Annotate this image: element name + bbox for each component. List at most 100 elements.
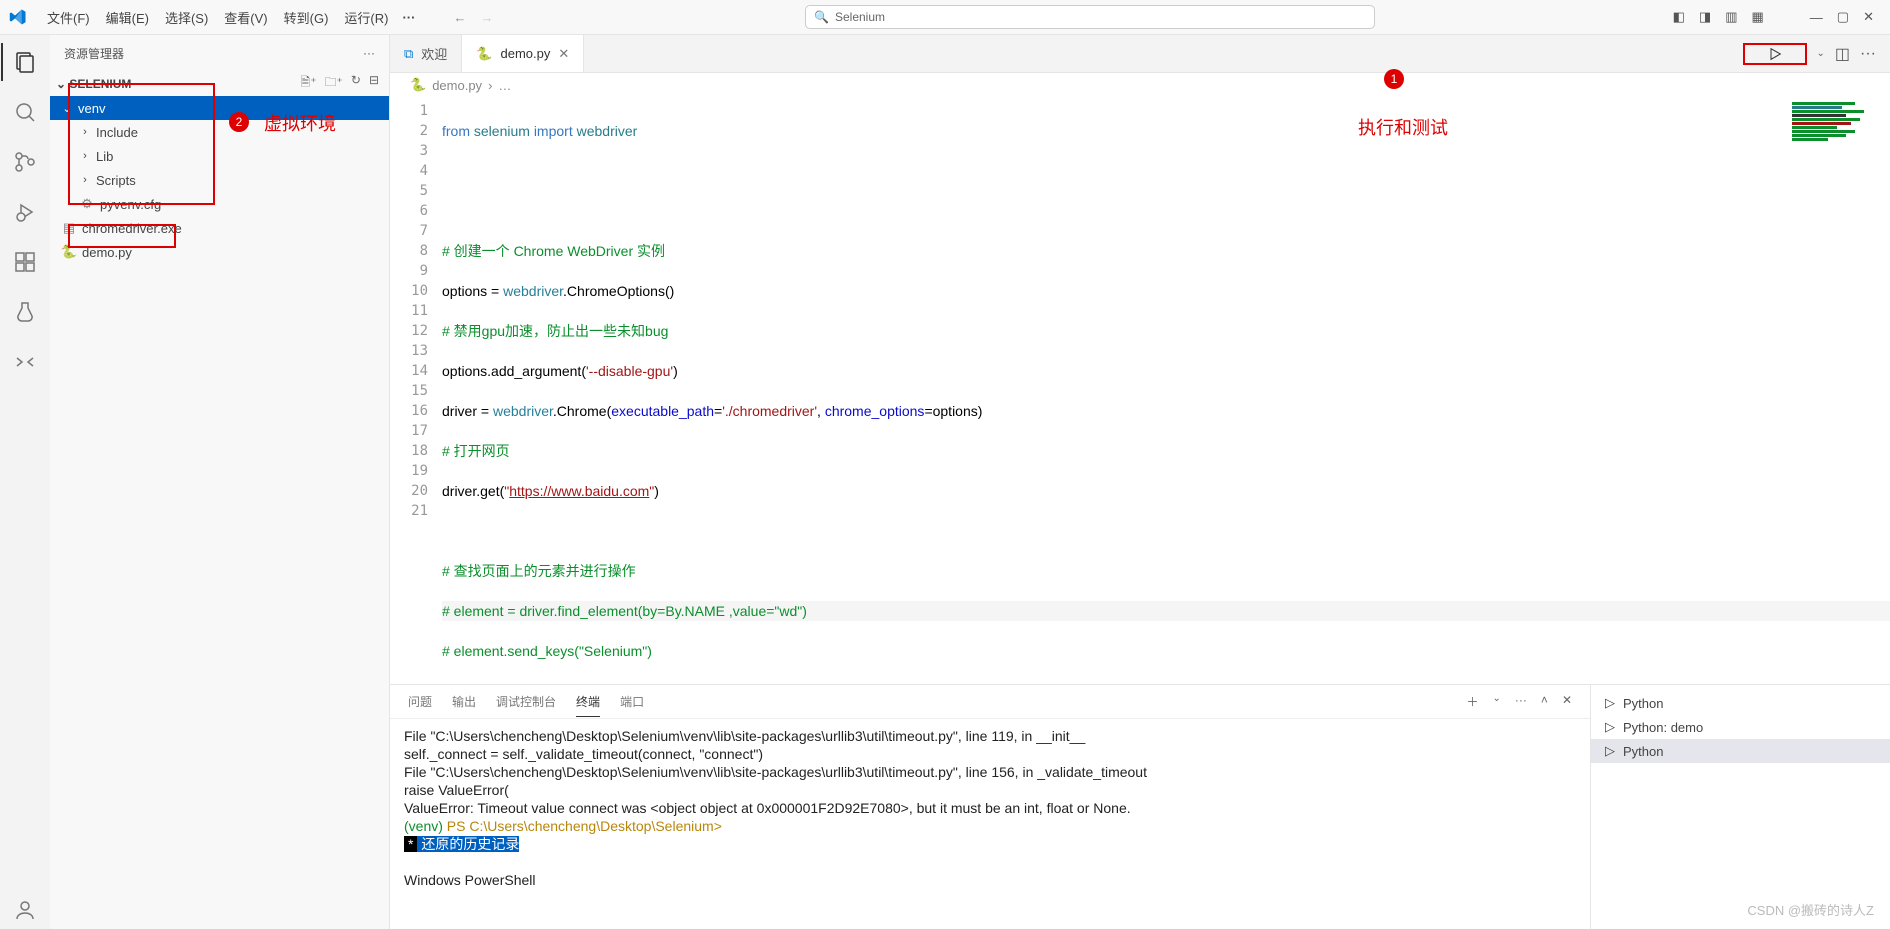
window-maximize-icon[interactable]: ▢: [1837, 9, 1849, 25]
menu-more-icon[interactable]: ···: [394, 10, 423, 25]
terminal-item[interactable]: ▷Python: [1591, 739, 1890, 763]
terminal-icon: ▷: [1605, 719, 1615, 735]
file-icon: ▤: [60, 220, 78, 236]
tree-label: Lib: [96, 149, 113, 164]
term-prompt: (venv) PS C:\Users\chencheng\Desktop\Sel…: [404, 817, 1576, 835]
window-close-icon[interactable]: ✕: [1863, 9, 1874, 25]
menu-edit[interactable]: 编辑(E): [100, 6, 155, 29]
tree-file-chromedriver[interactable]: ▤ chromedriver.exe: [50, 216, 389, 240]
menu-file[interactable]: 文件(F): [41, 6, 96, 29]
menu-goto[interactable]: 转到(G): [278, 6, 335, 29]
menu-selection[interactable]: 选择(S): [159, 6, 214, 29]
window-minimize-icon[interactable]: ―: [1810, 10, 1823, 25]
refresh-icon[interactable]: ↻: [351, 73, 361, 94]
terminal-label: Python: [1623, 696, 1663, 711]
activity-explorer-icon[interactable]: [1, 43, 49, 81]
panel-maximize-icon[interactable]: ˄: [1541, 693, 1548, 710]
tab-welcome[interactable]: ⧉ 欢迎: [390, 35, 462, 72]
layout-controls: ◧ ◨ ▥ ▦ ― ▢ ✕: [1657, 9, 1890, 25]
tree-label: pyvenv.cfg: [100, 197, 161, 212]
editor-tabs: ⧉ 欢迎 🐍 demo.py ✕ ⌄ ◫ ···: [390, 35, 1890, 73]
code-content: from selenium import webdriver # 创建一个 Ch…: [442, 97, 1890, 684]
project-name[interactable]: SELENIUM: [69, 77, 131, 91]
bottom-panel: 问题 输出 调试控制台 终端 端口 ＋ ⌄ ··· ˄ ✕ File "C:\U…: [390, 684, 1890, 929]
layout-customize-icon[interactable]: ▦: [1752, 9, 1764, 25]
panel-tab-output[interactable]: 输出: [452, 693, 476, 710]
layout-sidebar-left-icon[interactable]: ◧: [1673, 9, 1685, 25]
tab-label: 欢迎: [421, 44, 447, 63]
python-icon: 🐍: [60, 244, 78, 260]
terminal-icon: ▷: [1605, 743, 1615, 759]
minimap[interactable]: [1792, 101, 1882, 161]
python-icon: 🐍: [410, 77, 426, 93]
tree-label: Include: [96, 125, 138, 140]
new-terminal-icon[interactable]: ＋: [1467, 693, 1479, 710]
nav-arrows: ← →: [423, 10, 523, 25]
term-line: Windows PowerShell: [404, 871, 1576, 889]
run-dropdown-icon[interactable]: ⌄: [1817, 48, 1825, 59]
editor-more-icon[interactable]: ···: [1860, 45, 1876, 63]
tree-folder-scripts[interactable]: ›Scripts: [50, 168, 389, 192]
editor-area: ⧉ 欢迎 🐍 demo.py ✕ ⌄ ◫ ··· 🐍 demo.py › … 1…: [390, 35, 1890, 929]
sidebar-explorer: 资源管理器 ··· ⌄ SELENIUM 🗎⁺ 🗀⁺ ↻ ⊟ ⌄venv ›In…: [50, 35, 390, 929]
layout-sidebar-right-icon[interactable]: ▥: [1725, 9, 1737, 25]
title-bar: 文件(F) 编辑(E) 选择(S) 查看(V) 转到(G) 运行(R) ··· …: [0, 0, 1890, 35]
new-file-icon[interactable]: 🗎⁺: [301, 73, 317, 94]
activity-account-icon[interactable]: [1, 891, 49, 929]
panel-tab-terminal[interactable]: 终端: [576, 693, 600, 717]
tree-label: demo.py: [82, 245, 132, 260]
new-folder-icon[interactable]: 🗀⁺: [325, 73, 343, 94]
sidebar-more-icon[interactable]: ···: [363, 46, 375, 60]
terminal-item[interactable]: ▷ Python: demo: [1591, 715, 1890, 739]
terminal-icon: ▷: [1605, 695, 1615, 711]
tab-demo[interactable]: 🐍 demo.py ✕: [462, 35, 584, 72]
tree-label: chromedriver.exe: [82, 221, 182, 236]
close-icon[interactable]: ✕: [558, 46, 569, 62]
gear-icon: ⚙: [78, 196, 96, 212]
panel-tab-debug[interactable]: 调试控制台: [496, 693, 556, 710]
menu-run[interactable]: 运行(R): [338, 6, 394, 29]
breadcrumb-file: demo.py: [432, 78, 482, 93]
nav-back-icon[interactable]: ←: [453, 10, 466, 25]
terminal-item[interactable]: ▷ Python: [1591, 691, 1890, 715]
panel-tab-problems[interactable]: 问题: [408, 693, 432, 710]
panel-tab-ports[interactable]: 端口: [620, 693, 644, 710]
search-input[interactable]: 🔍 Selenium: [805, 5, 1375, 29]
collapse-icon[interactable]: ⊟: [369, 73, 379, 94]
terminal-label: Python: demo: [1623, 720, 1703, 735]
line-gutter: 123456789101112131415161718192021: [390, 97, 442, 684]
activity-debug-icon[interactable]: [1, 193, 49, 231]
tree-file-demo[interactable]: 🐍 demo.py: [50, 240, 389, 264]
terminal-dropdown-icon[interactable]: ⌄: [1493, 693, 1501, 710]
nav-forward-icon[interactable]: →: [480, 10, 493, 25]
tree-folder-include[interactable]: ›Include: [50, 120, 389, 144]
panel-close-icon[interactable]: ✕: [1562, 693, 1572, 710]
tree-label: venv: [78, 101, 105, 116]
activity-remote-icon[interactable]: [1, 343, 49, 381]
activity-scm-icon[interactable]: [1, 143, 49, 181]
tree-folder-venv[interactable]: ⌄venv: [50, 96, 389, 120]
search-text: Selenium: [835, 10, 885, 24]
command-center: 🔍 Selenium: [523, 5, 1656, 29]
split-editor-icon[interactable]: ◫: [1835, 44, 1850, 64]
term-line: ValueError: Timeout value connect was <o…: [404, 799, 1576, 817]
panel-more-icon[interactable]: ···: [1515, 693, 1527, 710]
activity-extensions-icon[interactable]: [1, 243, 49, 281]
terminal-output[interactable]: File "C:\Users\chencheng\Desktop\Seleniu…: [390, 719, 1590, 929]
code-editor[interactable]: 123456789101112131415161718192021 from s…: [390, 97, 1890, 684]
breadcrumb[interactable]: 🐍 demo.py › …: [390, 73, 1890, 97]
activity-testing-icon[interactable]: [1, 293, 49, 331]
tree-label: Scripts: [96, 173, 136, 188]
term-status: * 还原的历史记录: [404, 835, 1576, 853]
terminal-list: ▷Python ▷Python: demo ▷Python: [1590, 685, 1890, 929]
breadcrumb-rest: …: [498, 78, 511, 93]
vscode-logo-icon: ⧉: [404, 46, 413, 62]
term-line: File "C:\Users\chencheng\Desktop\Seleniu…: [404, 763, 1576, 781]
menu-view[interactable]: 查看(V): [218, 6, 273, 29]
tree-file-pyvenv[interactable]: ⚙ pyvenv.cfg: [50, 192, 389, 216]
run-button[interactable]: [1743, 43, 1807, 65]
term-line: raise ValueError(: [404, 781, 1576, 799]
tree-folder-lib[interactable]: ›Lib: [50, 144, 389, 168]
layout-panel-icon[interactable]: ◨: [1699, 9, 1711, 25]
activity-search-icon[interactable]: [1, 93, 49, 131]
